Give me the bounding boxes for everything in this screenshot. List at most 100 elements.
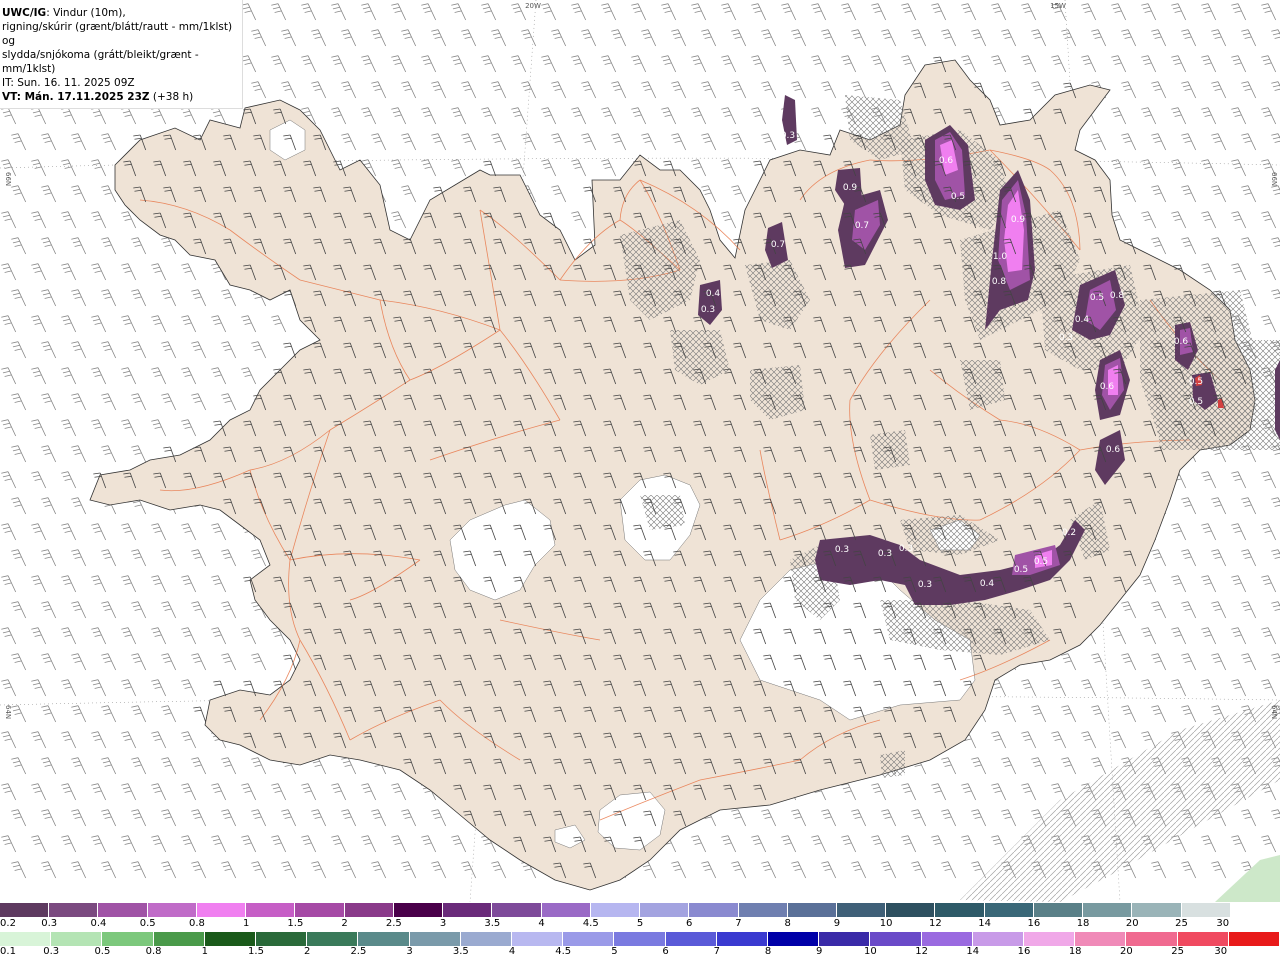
wind-barb: [851, 861, 867, 879]
wind-barb: [371, 809, 387, 827]
wind-barb: [71, 497, 87, 515]
wind-barb: [31, 263, 47, 281]
wind-barb: [1241, 185, 1257, 203]
wind-barb: [551, 133, 567, 151]
legend-top-swatch: [49, 903, 99, 917]
wind-barb: [1001, 705, 1017, 723]
legend-rain-scale: [0, 932, 1280, 946]
wind-barb: [361, 107, 377, 125]
wind-barb: [1261, 835, 1277, 853]
wind-barb: [31, 471, 47, 489]
wind-barb: [181, 783, 197, 801]
wind-barb: [941, 861, 957, 879]
wind-barb: [841, 3, 857, 21]
legend-top-label: 5: [636, 918, 644, 929]
wind-barb: [1261, 679, 1277, 697]
wind-barb: [71, 549, 87, 567]
wind-barb: [421, 835, 437, 853]
wind-barb: [211, 627, 227, 645]
wind-barb: [1, 419, 17, 437]
wind-barb: [161, 705, 177, 723]
wind-barb: [1181, 601, 1197, 619]
wind-barb: [1151, 705, 1167, 723]
wind-barb: [121, 627, 137, 645]
wind-barb: [701, 29, 717, 47]
wind-barb: [1, 211, 17, 229]
wind-barb: [61, 263, 77, 281]
wind-barb: [1111, 107, 1127, 125]
wind-barb: [61, 627, 77, 645]
wind-barb: [1141, 679, 1157, 697]
wind-barb: [101, 237, 117, 255]
wind-barb: [541, 107, 557, 125]
wind-barb: [821, 81, 837, 99]
legend-top-swatch: [590, 903, 641, 917]
legend-bottom-swatch: [1228, 932, 1280, 946]
lead-time: (+38 h): [149, 91, 194, 103]
wind-barb: [161, 757, 177, 775]
wind-barb: [71, 809, 87, 827]
wind-barb: [41, 341, 57, 359]
wind-barb: [281, 861, 297, 879]
grid-label-20w: 20W: [525, 2, 541, 10]
legend-bottom-label: 9: [816, 946, 823, 957]
legend-bottom-swatch: [512, 932, 564, 946]
wind-barb: [991, 783, 1007, 801]
legend-top-label: 8: [784, 918, 791, 929]
wind-barb: [761, 861, 777, 879]
wind-barb: [901, 835, 917, 853]
wind-barb: [611, 81, 627, 99]
wind-barb: [41, 705, 57, 723]
wind-barb: [541, 55, 557, 73]
wind-barb: [371, 81, 387, 99]
wind-barb: [41, 133, 57, 151]
wind-barb: [971, 757, 987, 775]
wind-barb: [331, 835, 347, 853]
wind-barb: [1271, 237, 1280, 247]
wind-barb: [221, 757, 237, 775]
wind-barb: [521, 133, 537, 151]
wind-barb: [101, 809, 117, 827]
wind-barb: [1021, 55, 1037, 73]
wind-barb: [161, 237, 177, 255]
legend-top-label: 7: [735, 918, 742, 929]
wind-barb: [221, 289, 237, 307]
wind-barb: [121, 679, 137, 697]
wind-barb: [1121, 185, 1137, 203]
wind-barb: [1231, 211, 1247, 229]
wind-barb: [1, 783, 17, 801]
legend-bottom-label: 18: [1068, 946, 1082, 957]
wind-barb: [161, 549, 177, 567]
wind-barb: [1261, 523, 1277, 541]
wind-barb: [161, 653, 177, 671]
legend-bottom-label: 12: [915, 946, 928, 957]
wind-barb: [281, 809, 297, 827]
wind-barb: [701, 133, 717, 151]
legend-bottom-label: 25: [1171, 946, 1184, 957]
wind-barb: [91, 679, 107, 697]
wind-barb: [1, 835, 17, 853]
wind-barb: [161, 341, 177, 359]
wind-barb: [391, 211, 407, 229]
wind-barb: [601, 3, 617, 21]
wind-barb: [1231, 263, 1247, 281]
wind-barb: [1081, 3, 1097, 21]
legend-bottom-swatch: [153, 932, 205, 946]
wind-barb: [1241, 809, 1257, 827]
wind-barb: [41, 185, 57, 203]
wind-barb: [1201, 55, 1217, 73]
wind-barb: [211, 315, 227, 333]
legend-top-swatch: [1181, 903, 1231, 917]
wind-barb: [61, 835, 77, 853]
wind-barb: [121, 835, 137, 853]
wind-barb: [761, 29, 777, 47]
precip-value-label: 0.8: [992, 277, 1007, 287]
wind-barb: [11, 601, 27, 619]
wind-barb: [1051, 731, 1067, 749]
wind-barb: [1, 367, 17, 385]
land-iceland: [89, 59, 1256, 891]
wind-barb: [101, 393, 117, 411]
wind-barb: [511, 107, 527, 125]
legend-top-swatch: [640, 903, 690, 917]
grid-label-15w: 15W: [1050, 2, 1066, 10]
